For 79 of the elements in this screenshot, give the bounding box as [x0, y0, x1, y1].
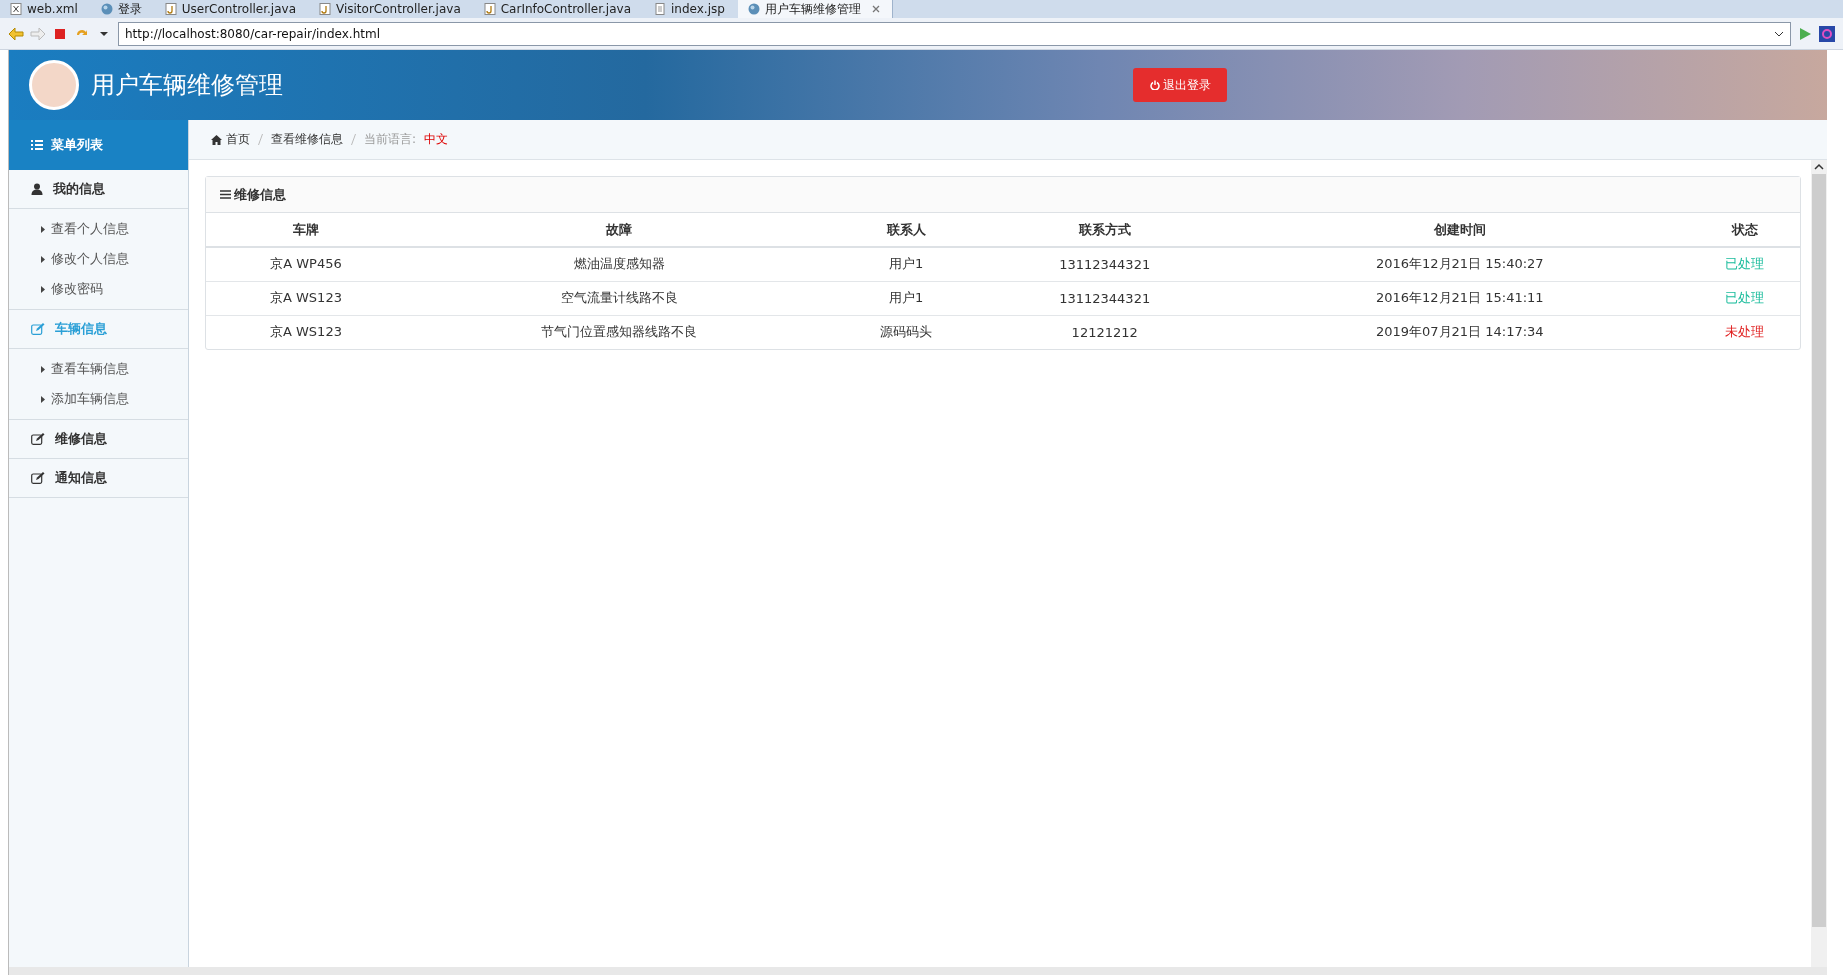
- table-cell: 京A WP456: [206, 247, 406, 281]
- forward-arrow-icon[interactable]: [30, 25, 46, 42]
- play-icon[interactable]: [1797, 25, 1813, 42]
- sidebar-item[interactable]: 修改个人信息: [9, 244, 188, 274]
- home-link[interactable]: 首页: [211, 131, 250, 148]
- avatar: [29, 60, 79, 110]
- globe-icon: [100, 3, 113, 15]
- language-value: 中文: [424, 131, 449, 148]
- table-cell: 用户1: [833, 247, 979, 281]
- edit-icon: [31, 472, 45, 484]
- table-cell: 2016年12月21日 15:40:27: [1230, 247, 1690, 281]
- back-arrow-icon[interactable]: [8, 25, 24, 42]
- column-header: 车牌: [206, 213, 406, 247]
- address-field[interactable]: http://localhost:8080/car-repair/index.html: [118, 21, 1791, 46]
- table-cell: 节气门位置感知器线路不良: [405, 315, 834, 349]
- sidebar-item[interactable]: 查看车辆信息: [9, 354, 188, 384]
- globe-icon: [747, 3, 760, 15]
- status-cell: 已处理: [1689, 281, 1800, 315]
- file-icon: [654, 3, 666, 15]
- java-file-icon: [483, 3, 496, 15]
- edit-icon: [31, 433, 45, 445]
- xml-file-icon: [10, 3, 22, 15]
- sidebar-item[interactable]: 添加车辆信息: [9, 384, 188, 414]
- column-header: 故障: [405, 213, 834, 247]
- caret-icon: [41, 365, 45, 373]
- power-icon: [1149, 80, 1160, 90]
- sidebar-item[interactable]: 修改密码: [9, 274, 188, 304]
- table-cell: 13112344321: [979, 247, 1231, 281]
- column-header: 联系人: [833, 213, 979, 247]
- table-cell: 京A WS123: [206, 315, 406, 349]
- sidebar-group[interactable]: 通知信息: [9, 459, 188, 498]
- status-cell: 未处理: [1689, 315, 1800, 349]
- sidebar-group[interactable]: 我的信息: [9, 170, 188, 209]
- table-cell: 空气流量计线路不良: [405, 281, 834, 315]
- caret-icon: [41, 225, 45, 233]
- sidebar-title: 菜单列表: [51, 136, 103, 154]
- logout-button[interactable]: 退出登录: [1133, 68, 1227, 102]
- table-cell: 2016年12月21日 15:41:11: [1230, 281, 1690, 315]
- language-label: 当前语言:: [364, 131, 417, 148]
- horizontal-scrollbar[interactable]: [9, 967, 1827, 975]
- table-cell: 12121212: [979, 315, 1231, 349]
- java-file-icon: [164, 3, 177, 15]
- scrollbar-thumb[interactable]: [1812, 174, 1826, 927]
- status-cell: 已处理: [1689, 247, 1800, 281]
- breadcrumb-separator-icon: [351, 134, 356, 145]
- sidebar-item[interactable]: 查看个人信息: [9, 214, 188, 244]
- column-header: 联系方式: [979, 213, 1231, 247]
- table-cell: 源码码头: [833, 315, 979, 349]
- breadcrumb-separator-icon: [258, 134, 263, 145]
- editor-tab[interactable]: UserController.java: [154, 0, 309, 18]
- column-header: 状态: [1689, 213, 1800, 247]
- app-title: 用户车辆维修管理: [91, 70, 284, 101]
- breadcrumb-link[interactable]: 查看维修信息: [271, 131, 343, 148]
- java-file-icon: [319, 3, 331, 15]
- caret-icon: [41, 395, 45, 403]
- editor-tab[interactable]: 用户车辆维修管理: [737, 0, 893, 18]
- browser-logo-icon[interactable]: [1819, 25, 1835, 42]
- editor-tab[interactable]: 登录: [90, 0, 155, 18]
- editor-tab[interactable]: CarInfoController.java: [473, 0, 644, 18]
- close-icon[interactable]: [871, 5, 880, 13]
- editor-tab[interactable]: index.jsp: [644, 0, 738, 18]
- home-icon: [211, 134, 222, 145]
- column-header: 创建时间: [1230, 213, 1690, 247]
- editor-tab[interactable]: VisitorController.java: [309, 0, 474, 18]
- table-cell: 用户1: [833, 281, 979, 315]
- chevron-down-icon: [1774, 30, 1784, 37]
- table-cell: 京A WS123: [206, 281, 406, 315]
- user-icon: [31, 183, 43, 195]
- menu-icon: [220, 190, 231, 199]
- table-cell: 2019年07月21日 14:17:34: [1230, 315, 1690, 349]
- editor-tab[interactable]: web.xml: [0, 0, 91, 18]
- sidebar-group[interactable]: 维修信息: [9, 420, 188, 459]
- edit-icon: [31, 323, 45, 335]
- table-cell: 燃油温度感知器: [405, 247, 834, 281]
- list-icon: [31, 140, 43, 150]
- caret-icon: [41, 255, 45, 263]
- caret-icon: [41, 285, 45, 293]
- table-cell: 13112344321: [979, 281, 1231, 315]
- panel-title: 维修信息: [234, 185, 286, 204]
